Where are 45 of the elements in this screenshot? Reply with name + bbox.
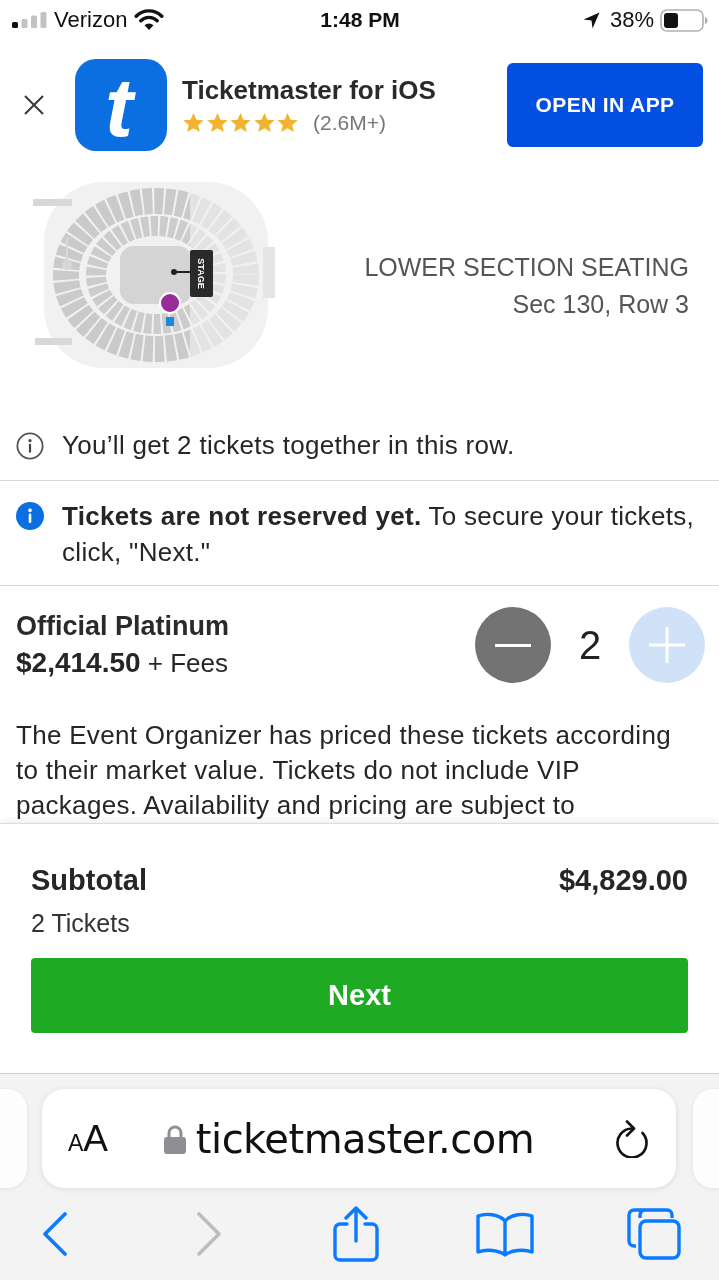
ticket-price: $2,414.50 (16, 647, 141, 678)
tabs-icon[interactable] (627, 1208, 681, 1260)
star-icon (276, 112, 299, 134)
clock-time: 1:48 PM (320, 8, 400, 32)
selected-section-icon (166, 317, 174, 326)
app-title: Ticketmaster for iOS (182, 75, 436, 105)
rating-count: (2.6M+) (313, 111, 386, 135)
location-arrow-icon (582, 11, 600, 29)
stage-label: STAGE (196, 258, 206, 289)
battery-percent: 38% (609, 7, 654, 33)
text-size-button[interactable]: AA (68, 1120, 109, 1157)
open-in-app-button[interactable]: OPEN IN APP (507, 63, 703, 147)
reload-icon[interactable] (614, 1119, 650, 1158)
ticket-description: The Event Organizer has priced these tickets according to their market value. Tickets do not include VIP packages. Availability and pricing are subject to (16, 719, 672, 822)
fees-label: + Fees (147, 648, 229, 678)
carrier-name: Verizon (54, 7, 128, 33)
url-text: ticketmaster.com (195, 1115, 535, 1162)
signal-icon (12, 12, 47, 28)
star-icon (205, 112, 229, 134)
star-icon (182, 112, 205, 134)
star-icon (252, 112, 276, 134)
stage-platform (190, 250, 213, 297)
plus-icon (649, 627, 685, 663)
ticket-type: Official Platinum (16, 610, 230, 643)
notice-text: You’ll get 2 tickets together in this row. (62, 429, 515, 462)
wifi-icon (134, 9, 165, 31)
info-icon (16, 502, 44, 530)
lock-icon (163, 1123, 186, 1154)
info-icon (16, 432, 44, 460)
share-icon[interactable] (333, 1206, 379, 1262)
bookmarks-icon[interactable] (476, 1211, 534, 1257)
subtotal-amount: $4,829.00 (559, 863, 688, 897)
seat-location: Sec 130, Row 3 (511, 289, 689, 320)
ticket-count: 2 Tickets (31, 908, 131, 938)
close-button[interactable] (24, 95, 44, 115)
address-bar[interactable]: AA ticketmaster.com (42, 1089, 676, 1188)
back-icon[interactable] (42, 1212, 68, 1256)
section-title: LOWER SECTION SEATING (364, 252, 689, 283)
subtotal-label: Subtotal (31, 863, 147, 897)
close-icon (24, 95, 44, 115)
star-icon (229, 112, 252, 134)
notice-text: Tickets are not reserved yet. To secure your tickets, click, "Next." (62, 500, 696, 569)
battery-icon (660, 8, 708, 32)
quantity-value: 2 (577, 622, 603, 668)
minus-icon (495, 643, 531, 647)
